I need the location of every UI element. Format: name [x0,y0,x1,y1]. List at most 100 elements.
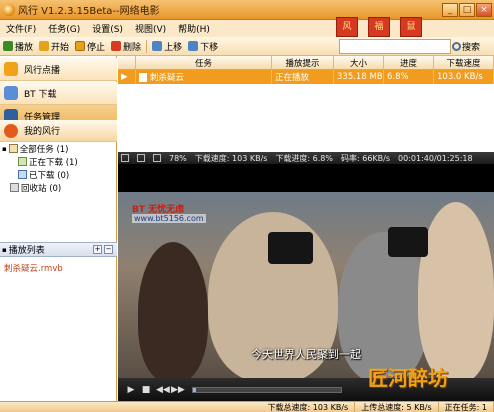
minimize-button[interactable]: _ [442,2,458,17]
sidebar-item-label: 我的风行 [24,127,61,137]
banner-tile: 福 [368,17,390,37]
sidebar-item-label: BT 下载 [24,89,57,100]
column-header[interactable]: 大小 [334,56,384,69]
volume-icon[interactable] [121,154,129,162]
video-player: 78% 下载速度: 103 KB/s 下载进度: 6.8% 码率: 66KB/s… [118,152,494,401]
window-title: 风行 V1.2.3.15Beta--网络电影 [18,6,160,17]
search-icon [452,42,461,51]
delete-button[interactable]: 删除 [108,40,144,53]
tree-item-downloading[interactable]: 正在下载 (1) [0,155,117,168]
app-logo-icon [3,3,15,16]
rewind-icon[interactable]: ◀◀ [156,385,170,395]
toolbar-divider [146,39,148,53]
status-bar: 下载总速度: 103 KB/s 上传总速度: 5 KB/s 正在任务: 1 [0,401,494,412]
sidebar-item-vod[interactable]: 风行点播 [0,58,117,81]
sidebar-item-label: 风行点播 [24,65,61,76]
search-input[interactable] [339,39,451,54]
seek-bar[interactable] [192,386,342,393]
tree-item-recycle[interactable]: 回收站 (0) [0,181,117,194]
player-status-strip: 78% 下载速度: 103 KB/s 下载进度: 6.8% 码率: 66KB/s… [118,152,494,164]
menu-task[interactable]: 任务(G) [42,22,86,35]
tree-item-done[interactable]: 已下载 (0) [0,168,117,181]
tree-label: 全部任务 (1) [19,144,69,155]
task-tree: ▪ 全部任务 (1) 正在下载 (1) 已下载 (0) 回收站 (0) [0,142,117,194]
task-progress-cell: 6.8% [384,70,434,84]
playlist-item[interactable]: 刺杀疑云.rmvb [4,262,63,274]
download-speed-status: 下载总速度: 103 KB/s [262,401,356,412]
column-header [118,56,136,69]
play-icon [3,41,13,51]
search-label: 搜索 [462,43,481,53]
table-row[interactable]: ▶ 刺杀疑云 正在播放 335.18 MB 6.8% 103.0 KB/s [118,70,494,84]
row-play-icon[interactable]: ▶ [118,70,136,84]
sidebar-item-my[interactable]: 我的风行 [0,120,117,142]
recycle-bin-icon [10,183,19,192]
folder-icon [8,144,18,153]
player-speed-readout: 下载速度: 103 KB/s [194,153,268,163]
close-button[interactable]: × [476,2,492,17]
video-camera-shape [388,227,428,257]
collapse-icon: ▪ [2,144,7,153]
play-icon[interactable]: ▶ [126,385,136,395]
video-camera-shape [268,232,313,264]
my-fengxing-icon [4,123,18,138]
banner-tile: 鼠 [400,17,422,37]
video-url-overlay: www.bt5156.com [132,214,206,223]
task-name-cell: 刺杀疑云 [136,70,272,84]
upload-speed-status: 上传总速度: 5 KB/s [355,401,439,412]
table-header: 任务 播放提示 大小 进度 下载速度 [118,56,494,70]
holiday-banner: 风 福 鼠 [333,17,494,37]
stop-button[interactable]: 停止 [72,40,108,53]
task-speed-cell: 103.0 KB/s [434,70,494,84]
start-icon [39,41,50,51]
bitrate-readout: 码率: 66KB/s [341,153,391,163]
arrow-up-icon [152,41,163,51]
tree-item-all[interactable]: ▪ 全部任务 (1) [0,142,117,155]
add-to-playlist-button[interactable]: + [93,245,102,254]
maximize-button[interactable]: □ [459,2,475,17]
search-button[interactable]: 搜索 [452,38,494,55]
menu-file[interactable]: 文件(F) [0,22,42,35]
fullscreen-icon[interactable] [137,154,145,162]
window-controls: _ □ × [442,2,492,17]
menu-settings[interactable]: 设置(S) [86,22,129,35]
move-down-button[interactable]: 下移 [185,40,221,53]
bt-icon [4,86,18,100]
task-status-cell: 正在播放 [272,70,334,84]
play-button[interactable]: 播放 [0,40,36,53]
tree-label: 回收站 (0) [21,183,62,194]
mute-icon[interactable] [153,154,161,162]
sidebar-item-bt[interactable]: BT 下载 [0,82,117,105]
subtitle-text: 今天世界人民聚到一起 [251,348,361,361]
downloading-icon [18,157,27,166]
site-watermark: 匠河醉坊 [368,366,448,390]
task-table: 任务 播放提示 大小 进度 下载速度 ▶ 刺杀疑云 正在播放 335.18 MB… [118,56,494,152]
menu-view[interactable]: 视图(V) [129,22,172,35]
remove-from-playlist-button[interactable]: − [104,245,113,254]
task-name: 刺杀疑云 [150,73,185,83]
forward-icon[interactable]: ▶▶ [171,385,185,395]
tree-label: 正在下载 (1) [29,157,78,168]
menu-help[interactable]: 帮助(H) [172,22,216,35]
playlist-title: 播放列表 [8,246,45,256]
move-down-label: 下移 [200,42,219,53]
move-up-label: 上移 [164,42,183,53]
stop-icon [75,41,86,51]
column-header[interactable]: 任务 [136,56,272,69]
file-icon [139,72,147,82]
stop-label: 停止 [87,42,106,53]
volume-readout: 78% [169,153,187,163]
delete-label: 删除 [123,42,142,53]
column-header[interactable]: 进度 [384,56,434,69]
collapse-icon: ▪ [2,245,7,254]
column-header[interactable]: 播放提示 [272,56,334,69]
start-button[interactable]: 开始 [36,40,72,53]
video-frame[interactable]: BT 无忧无虑 www.bt5156.com 今天世界人民聚到一起 [118,192,494,378]
done-icon [18,170,27,179]
stop-icon[interactable]: ■ [141,385,151,395]
column-header[interactable]: 下载速度 [434,56,494,69]
start-label: 开始 [51,42,70,53]
move-up-button[interactable]: 上移 [149,40,185,53]
playlist-header: ▪ 播放列表 + − [0,242,117,257]
player-progress-readout: 下载进度: 6.8% [275,153,333,163]
